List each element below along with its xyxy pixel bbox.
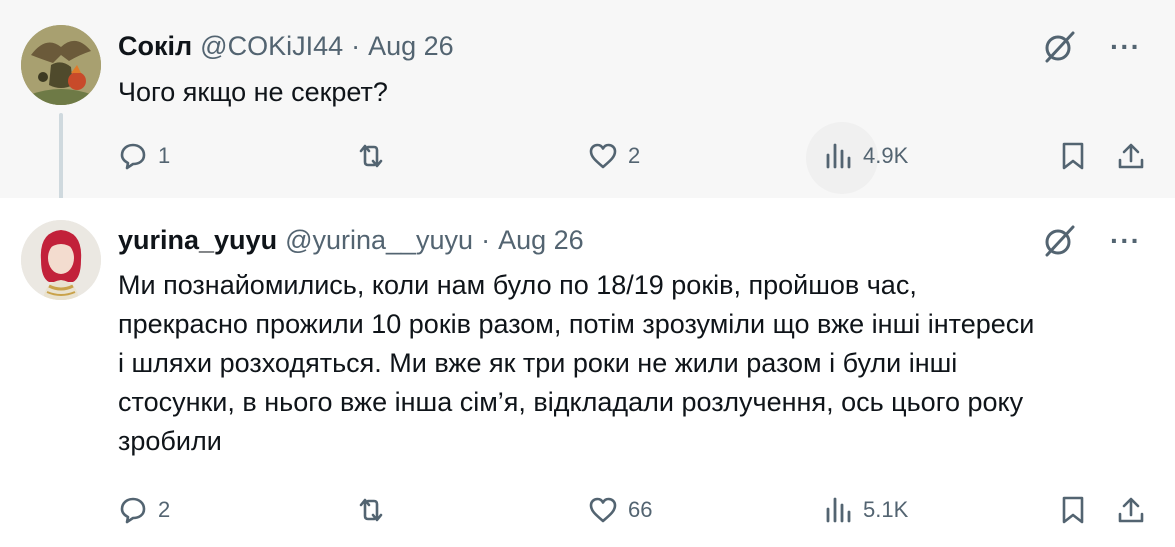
reply-count: 2 — [158, 497, 171, 522]
separator-dot: · — [351, 31, 361, 61]
reply-count: 1 — [158, 143, 171, 168]
grok-icon[interactable] — [1042, 30, 1076, 64]
views-count: 4.9K — [863, 143, 909, 168]
tweet-2[interactable]: yurina_yuyu @yurina__yuyu · Aug 26 ··· М… — [0, 198, 1175, 547]
tweet-header: yurina_yuyu @yurina__yuyu · Aug 26 — [118, 225, 584, 256]
views-count: 5.1K — [863, 497, 909, 522]
tweet-top-icons: ··· — [1042, 30, 1141, 64]
tweet-1[interactable]: Сокіл @COKiJI44 · Aug 26 ··· Чого якщо н… — [0, 0, 1175, 198]
views-icon — [826, 497, 851, 523]
views-icon — [826, 143, 851, 169]
share-button[interactable] — [1116, 488, 1146, 532]
thread-connector-line — [59, 113, 63, 211]
tweet-actions: 1 2 4.9K — [118, 122, 1155, 194]
views-button[interactable]: 4.9K — [823, 134, 908, 178]
like-button[interactable]: 2 — [588, 134, 640, 178]
more-options-icon[interactable]: ··· — [1110, 33, 1141, 61]
reply-button[interactable]: 2 — [118, 488, 170, 532]
like-button[interactable]: 66 — [588, 488, 652, 532]
reply-button[interactable]: 1 — [118, 134, 170, 178]
tweet-date[interactable]: Aug 26 — [498, 225, 584, 256]
retweet-icon — [359, 144, 383, 168]
avatar-image — [21, 220, 101, 300]
display-name[interactable]: Сокіл — [118, 31, 192, 62]
avatar[interactable] — [21, 220, 101, 300]
bookmark-icon — [1062, 496, 1084, 524]
user-handle[interactable]: @yurina__yuyu — [285, 225, 473, 256]
share-icon — [1118, 497, 1144, 523]
avatar-image — [21, 25, 101, 105]
tweet-actions: 2 66 5.1K — [118, 488, 1155, 532]
tweet-text: Ми познайомились, коли нам було по 18/19… — [118, 270, 1035, 456]
display-name[interactable]: yurina_yuyu — [118, 225, 277, 256]
tweet-date[interactable]: Aug 26 — [368, 31, 454, 62]
bookmark-icon — [1062, 142, 1084, 170]
share-icon — [1118, 143, 1144, 169]
user-handle[interactable]: @COKiJI44 — [200, 31, 343, 62]
tweet-top-icons: ··· — [1042, 224, 1141, 258]
tweet-text: Чого якщо не секрет? — [118, 77, 388, 107]
grok-icon[interactable] — [1042, 224, 1076, 258]
reply-icon — [120, 143, 146, 170]
bookmark-button[interactable] — [1058, 134, 1088, 178]
retweet-icon — [359, 498, 383, 522]
tweet-header: Сокіл @COKiJI44 · Aug 26 — [118, 31, 454, 62]
reply-icon — [120, 497, 146, 524]
heart-icon — [589, 143, 617, 169]
bookmark-button[interactable] — [1058, 488, 1088, 532]
more-options-icon[interactable]: ··· — [1110, 227, 1141, 255]
views-button[interactable]: 5.1K — [823, 488, 908, 532]
like-count: 66 — [628, 497, 653, 522]
retweet-button[interactable] — [356, 134, 396, 178]
share-button[interactable] — [1116, 134, 1146, 178]
retweet-button[interactable] — [356, 488, 396, 532]
heart-icon — [589, 497, 617, 523]
avatar[interactable] — [21, 25, 101, 105]
like-count: 2 — [628, 143, 641, 168]
separator-dot: · — [481, 225, 491, 255]
